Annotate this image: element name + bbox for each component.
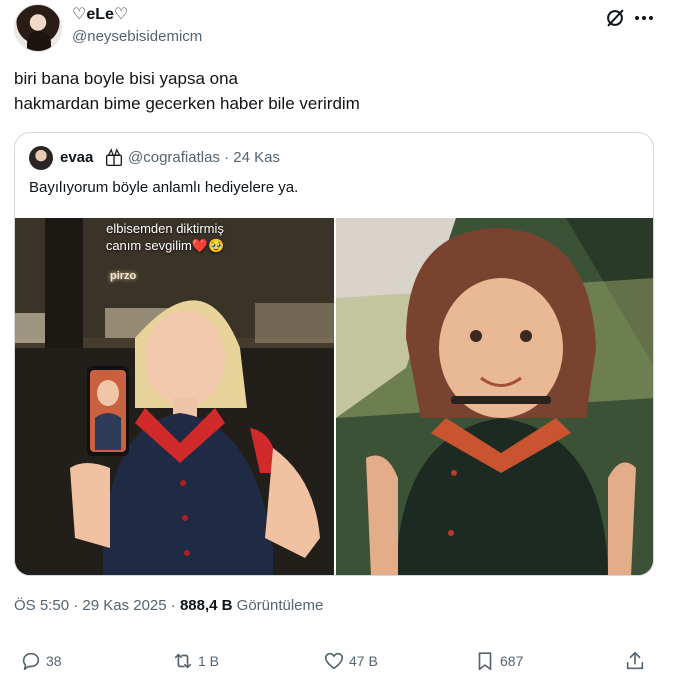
tweet-text: biri bana boyle bisi yapsa ona hakmardan… bbox=[14, 69, 360, 113]
photo-caption-line2: canım sevgilim❤️🥹 bbox=[105, 238, 225, 253]
repost-count: 1 B bbox=[198, 653, 220, 669]
quoted-author-name[interactable]: evaa bbox=[60, 148, 93, 168]
reply-icon bbox=[22, 652, 40, 671]
photo-right-drawing bbox=[336, 218, 653, 575]
views-count: 888,4 B bbox=[179, 597, 233, 614]
repost-icon bbox=[174, 653, 192, 669]
quoted-tweet[interactable]: evaa @cografiatlas · 24 Kas Bayılıyorum … bbox=[14, 132, 654, 576]
author-handle[interactable]: @neysebisidemicm bbox=[72, 27, 202, 47]
photo-caption: elbisemden diktirmiş canım sevgilim❤️🥹 bbox=[85, 220, 245, 254]
repost-button[interactable]: 1 B bbox=[172, 648, 219, 674]
like-button[interactable]: 47 B bbox=[323, 648, 378, 674]
gift-icon bbox=[106, 148, 122, 166]
neon-sign: pirzo bbox=[110, 270, 137, 282]
like-count: 47 B bbox=[349, 653, 378, 669]
heart-icon bbox=[324, 652, 344, 670]
share-icon bbox=[626, 651, 644, 670]
reply-button[interactable]: 38 bbox=[20, 648, 62, 674]
quoted-handle-time: @cografiatlas · 24 Kas bbox=[128, 149, 280, 166]
reply-count: 38 bbox=[46, 653, 62, 669]
bookmark-count: 687 bbox=[500, 653, 524, 669]
quoted-tweet-text: Bayılıyorum böyle anlamlı hediyelere ya. bbox=[29, 179, 299, 196]
quoted-media[interactable]: elbisemden diktirmiş canım sevgilim❤️🥹 p… bbox=[15, 218, 653, 575]
bookmark-button[interactable]: 687 bbox=[474, 648, 523, 674]
more-options-icon[interactable] bbox=[634, 10, 654, 26]
author-avatar[interactable] bbox=[14, 4, 62, 52]
author-display-name[interactable]: ♡eLe♡ bbox=[72, 5, 128, 25]
photo-woman-holding-phone[interactable]: elbisemden diktirmiş canım sevgilim❤️🥹 p… bbox=[15, 218, 334, 575]
timestamp-views: ÖS 5:50 · 29 Kas 2025 · 888,4 B Görüntül… bbox=[14, 596, 323, 616]
timestamp[interactable]: ÖS 5:50 · 29 Kas 2025 · bbox=[14, 597, 180, 614]
tweet: ♡eLe♡ @neysebisidemicm biri bana boyle b… bbox=[0, 0, 677, 675]
grok-icon[interactable] bbox=[604, 7, 626, 29]
photo-child-in-dress[interactable] bbox=[336, 218, 653, 575]
photo-caption-line1: elbisemden diktirmiş bbox=[106, 221, 224, 236]
photo-left-drawing bbox=[15, 218, 334, 575]
bookmark-icon bbox=[478, 652, 492, 671]
views-label: Görüntüleme bbox=[232, 597, 324, 614]
share-button[interactable] bbox=[624, 648, 646, 674]
quoted-author-avatar[interactable] bbox=[29, 146, 53, 170]
action-bar: 38 1 B 47 B 687 bbox=[0, 648, 677, 674]
